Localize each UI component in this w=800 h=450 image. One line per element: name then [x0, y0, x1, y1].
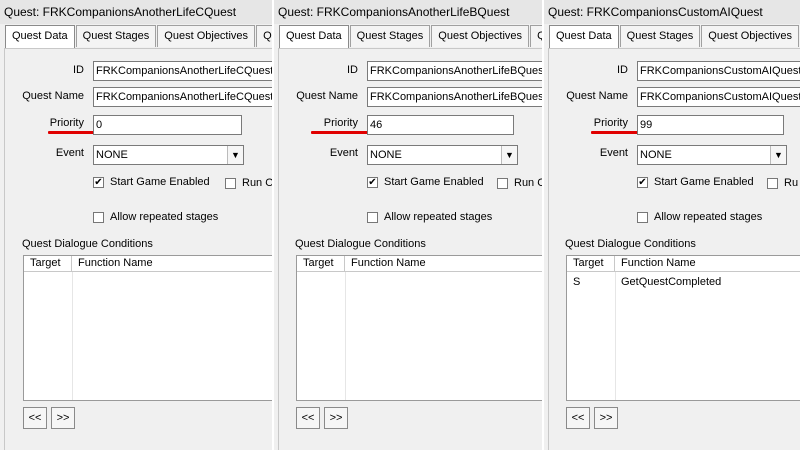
tab-bar: Quest DataQuest StagesQuest ObjectivesQu: [279, 25, 542, 49]
tab-quest-stages[interactable]: Quest Stages: [349, 25, 431, 47]
quest-dialogue-conditions-label: Quest Dialogue Conditions: [22, 238, 153, 250]
quest-name-field[interactable]: FRKCompanionsAnotherLifeCQuest: [93, 87, 272, 107]
run-once-checkbox[interactable]: [497, 178, 508, 189]
tab-quest-stages[interactable]: Quest Stages: [619, 25, 701, 47]
quest-window-custom-ai: Quest: FRKCompanionsCustomAIQuest Quest …: [542, 0, 800, 450]
quest-name-label: Quest Name: [296, 90, 358, 102]
col-function-name[interactable]: Function Name: [72, 256, 272, 272]
prev-button[interactable]: <<: [296, 407, 320, 429]
quest-data-tab-content: ID FRKCompanionsAnotherLifeCQuest Quest …: [4, 48, 272, 450]
allow-repeated-stages-checkbox[interactable]: [637, 212, 648, 223]
priority-field[interactable]: 99: [637, 115, 784, 135]
quest-name-field[interactable]: FRKCompanionsAnotherLifeBQuest: [367, 87, 542, 107]
window-title: Quest: FRKCompanionsCustomAIQuest: [544, 0, 800, 24]
chevron-down-icon[interactable]: ▼: [227, 146, 243, 164]
event-label: Event: [55, 147, 84, 159]
grid-column-divider: [345, 272, 346, 400]
quest-name-field[interactable]: FRKCompanionsCustomAIQuest: [637, 87, 800, 107]
allow-repeated-stages-label: Allow repeated stages: [384, 211, 493, 223]
col-target[interactable]: Target: [24, 256, 72, 272]
priority-label: Priority: [323, 117, 358, 129]
prev-button[interactable]: <<: [23, 407, 47, 429]
col-function-name[interactable]: Function Name: [615, 256, 800, 272]
conditions-grid[interactable]: Target Function Name: [296, 255, 542, 401]
start-game-enabled-checkbox[interactable]: ✔: [93, 177, 104, 188]
start-game-enabled-label: Start Game Enabled: [654, 176, 754, 188]
start-game-enabled-label: Start Game Enabled: [110, 176, 210, 188]
event-dropdown-value: NONE: [640, 149, 672, 161]
priority-highlight-underline: [311, 131, 373, 134]
col-target[interactable]: Target: [297, 256, 345, 272]
event-dropdown-value: NONE: [370, 149, 402, 161]
quest-data-tab-content: ID FRKCompanionsAnotherLifeBQuest Quest …: [278, 48, 542, 450]
col-target[interactable]: Target: [567, 256, 615, 272]
allow-repeated-stages-checkbox[interactable]: [93, 212, 104, 223]
quest-name-label: Quest Name: [22, 90, 84, 102]
quest-window-anotherlife-b: Quest: FRKCompanionsAnotherLifeBQuest Qu…: [272, 0, 542, 450]
condition-row-target[interactable]: S: [573, 276, 580, 288]
run-once-label: Run C: [514, 177, 542, 189]
tab-overflow[interactable]: Qu: [530, 25, 542, 47]
id-field[interactable]: FRKCompanionsAnotherLifeCQuest: [93, 61, 272, 81]
next-button[interactable]: >>: [594, 407, 618, 429]
grid-column-divider: [72, 272, 73, 400]
next-button[interactable]: >>: [324, 407, 348, 429]
quest-name-label: Quest Name: [566, 90, 628, 102]
window-title: Quest: FRKCompanionsAnotherLifeBQuest: [274, 0, 542, 24]
tab-overflow[interactable]: Qu: [256, 25, 272, 47]
run-once-label: Ru: [784, 177, 799, 189]
prev-button[interactable]: <<: [566, 407, 590, 429]
tab-bar: Quest DataQuest StagesQuest ObjectivesQu: [5, 25, 272, 49]
id-label: ID: [347, 64, 358, 76]
condition-row-function[interactable]: GetQuestCompleted: [621, 276, 721, 288]
event-dropdown[interactable]: NONE ▼: [93, 145, 244, 165]
run-once-label: Run O: [242, 177, 272, 189]
start-game-enabled-label: Start Game Enabled: [384, 176, 484, 188]
tab-quest-stages[interactable]: Quest Stages: [75, 25, 157, 47]
event-label: Event: [599, 147, 628, 159]
id-label: ID: [617, 64, 628, 76]
priority-label: Priority: [49, 117, 84, 129]
id-field[interactable]: FRKCompanionsCustomAIQuest: [637, 61, 800, 81]
quest-window-anotherlife-c: Quest: FRKCompanionsAnotherLifeCQuest Qu…: [0, 0, 272, 450]
col-function-name[interactable]: Function Name: [345, 256, 542, 272]
tab-quest-objectives[interactable]: Quest Objectives: [431, 25, 530, 47]
grid-column-divider: [615, 272, 616, 400]
start-game-enabled-checkbox[interactable]: ✔: [637, 177, 648, 188]
run-once-checkbox[interactable]: [767, 178, 778, 189]
allow-repeated-stages-label: Allow repeated stages: [110, 211, 219, 223]
chevron-down-icon[interactable]: ▼: [501, 146, 517, 164]
tab-quest-objectives[interactable]: Quest Objectives: [157, 25, 256, 47]
quest-data-tab-content: ID FRKCompanionsCustomAIQuest Quest Name…: [548, 48, 800, 450]
priority-field[interactable]: 46: [367, 115, 514, 135]
tab-quest-data[interactable]: Quest Data: [5, 25, 75, 49]
tab-quest-data[interactable]: Quest Data: [279, 25, 349, 49]
event-dropdown-value: NONE: [96, 149, 128, 161]
run-once-checkbox[interactable]: [225, 178, 236, 189]
grid-header: Target Function Name: [567, 256, 800, 272]
id-field[interactable]: FRKCompanionsAnotherLifeBQuest: [367, 61, 542, 81]
event-dropdown[interactable]: NONE ▼: [367, 145, 518, 165]
tab-quest-data[interactable]: Quest Data: [549, 25, 619, 49]
event-dropdown[interactable]: NONE ▼: [637, 145, 787, 165]
priority-label: Priority: [593, 117, 628, 129]
quest-dialogue-conditions-label: Quest Dialogue Conditions: [565, 238, 696, 250]
id-label: ID: [73, 64, 84, 76]
grid-header: Target Function Name: [24, 256, 272, 272]
conditions-grid[interactable]: Target Function Name: [23, 255, 272, 401]
priority-field[interactable]: 0: [93, 115, 242, 135]
chevron-down-icon[interactable]: ▼: [770, 146, 786, 164]
tab-quest-objectives[interactable]: Quest Objectives: [701, 25, 800, 47]
start-game-enabled-checkbox[interactable]: ✔: [367, 177, 378, 188]
quest-dialogue-conditions-label: Quest Dialogue Conditions: [295, 238, 426, 250]
grid-header: Target Function Name: [297, 256, 542, 272]
allow-repeated-stages-checkbox[interactable]: [367, 212, 378, 223]
event-label: Event: [329, 147, 358, 159]
tab-bar: Quest DataQuest StagesQuest ObjectivesQ: [549, 25, 800, 49]
conditions-grid[interactable]: Target Function Name S GetQuestCompleted: [566, 255, 800, 401]
allow-repeated-stages-label: Allow repeated stages: [654, 211, 763, 223]
next-button[interactable]: >>: [51, 407, 75, 429]
window-title: Quest: FRKCompanionsAnotherLifeCQuest: [0, 0, 272, 24]
